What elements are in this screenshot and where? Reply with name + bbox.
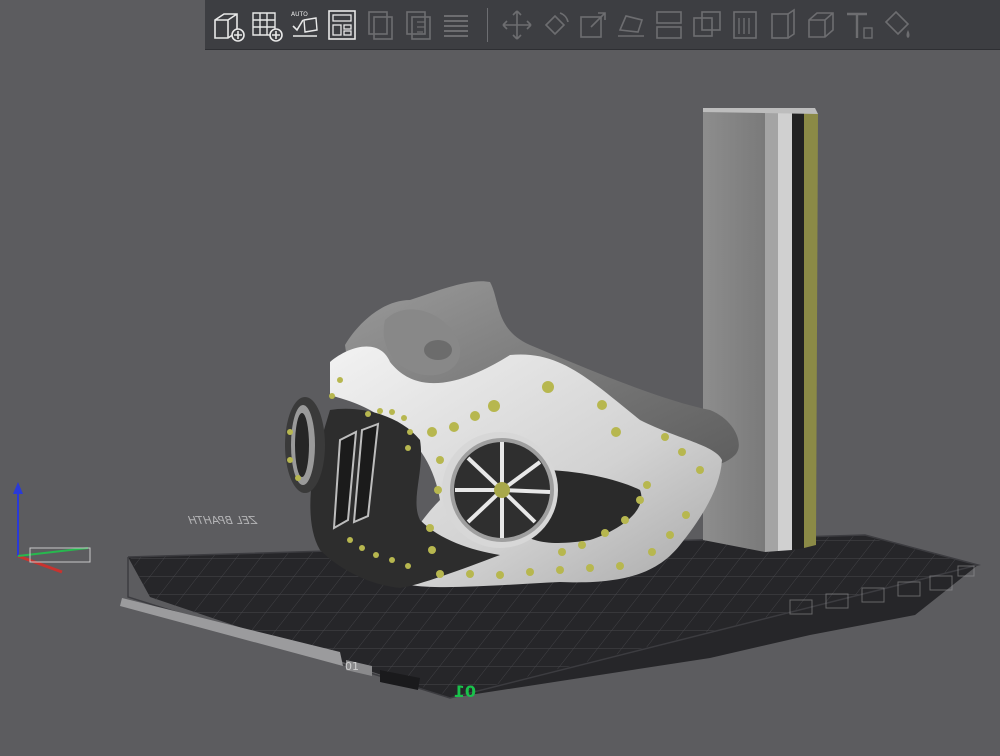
scale-button[interactable] [575,5,611,45]
text-icon [847,12,873,39]
add-object-button[interactable] [210,5,246,45]
layers-icon [444,14,468,37]
plate-label-number: 01 [345,660,359,673]
scale-icon [580,11,606,38]
move-icon [502,9,532,40]
grid-add-icon [252,11,283,42]
toolbar-separator [487,7,488,42]
copy-icon [368,10,393,40]
layers-button[interactable] [438,5,474,45]
support-icon [733,10,757,39]
lay-flat-icon [618,14,644,37]
layout-button[interactable] [324,5,360,45]
add-instance-button[interactable] [248,5,284,45]
color-paint-button[interactable] [879,5,915,45]
split-icon [656,10,682,39]
lay-on-face-button[interactable] [613,5,649,45]
auto-arrange-button[interactable]: AUTO [286,5,322,45]
text-button[interactable] [841,5,877,45]
shape-icon [808,11,834,38]
paste-button[interactable] [400,5,436,45]
move-button[interactable] [499,5,535,45]
cut-button[interactable] [689,5,725,45]
seam-paint-button[interactable] [765,5,801,45]
shape-button[interactable] [803,5,839,45]
prime-tower [703,108,818,552]
add-cube-icon [214,12,245,42]
rotate-icon [544,11,569,35]
3d-viewport[interactable]: ZEL BPAHTH 01 01 [0,0,1000,752]
plate-number[interactable]: 01 [454,682,476,701]
paint-icon [884,10,910,38]
axis-gizmo [13,482,91,574]
paste-icon [406,10,431,40]
copy-button[interactable] [362,5,398,45]
seam-icon [771,8,795,39]
main-toolbar: AUTO [205,0,1000,50]
auto-arrange-icon: AUTO [291,11,318,37]
split-button[interactable] [651,5,687,45]
layout-icon [328,9,356,40]
scene-canvas[interactable]: ZEL BPAHTH 01 01 [0,0,1000,752]
rotate-button[interactable] [537,5,573,45]
svg-text:AUTO: AUTO [291,11,308,18]
cut-icon [693,10,721,37]
bed-brand-text: ZEL BPAHTH [186,513,259,527]
support-paint-button[interactable] [727,5,763,45]
mask-model [285,281,739,588]
